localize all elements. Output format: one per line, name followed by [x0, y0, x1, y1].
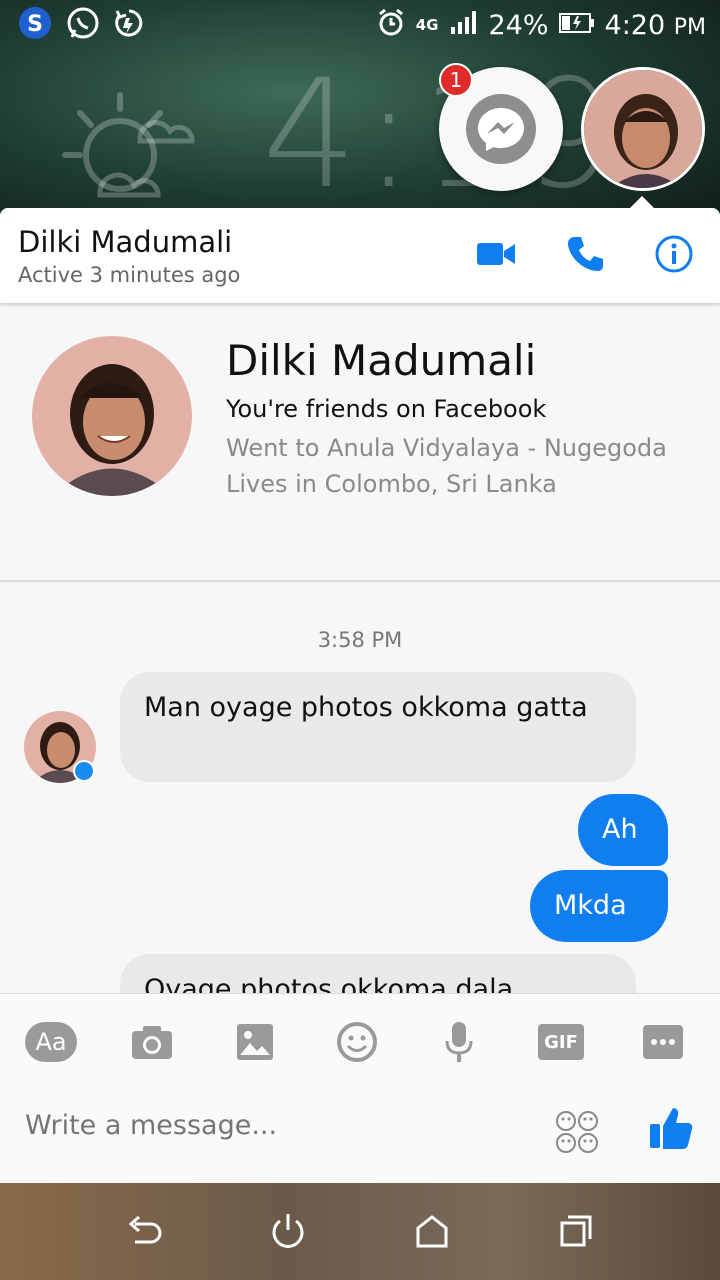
- more-icon[interactable]: [642, 1020, 684, 1064]
- video-call-icon[interactable]: [476, 240, 516, 272]
- messenger-icon: [466, 94, 536, 164]
- message-bubble-incoming[interactable]: Man oyage photos okkoma gatta: [120, 672, 636, 782]
- voice-call-icon[interactable]: [566, 235, 604, 277]
- message-bubble-outgoing[interactable]: Ah: [578, 794, 668, 866]
- contact-name[interactable]: Dilki Madumali: [18, 225, 240, 259]
- s-app-icon: S: [18, 6, 52, 44]
- text-mode-button[interactable]: Aa: [25, 1020, 77, 1064]
- profile-section: Dilki Madumali You're friends on Faceboo…: [0, 303, 720, 582]
- microphone-icon[interactable]: [444, 1020, 474, 1064]
- status-bar: S 4G 24% 4:20 PM: [0, 0, 720, 50]
- stickers-icon[interactable]: [555, 1110, 599, 1158]
- emoji-icon[interactable]: [336, 1020, 378, 1064]
- network-type: 4G: [415, 16, 439, 34]
- alarm-icon: [376, 7, 406, 44]
- gif-label: GIF: [538, 1024, 584, 1060]
- profile-name: Dilki Madumali: [226, 336, 537, 385]
- composer: Aa GIF: [0, 993, 720, 1184]
- message-input[interactable]: [25, 1110, 525, 1141]
- weather-icon: [60, 85, 210, 219]
- friends-status: You're friends on Facebook: [226, 395, 547, 423]
- unread-badge: 1: [439, 63, 473, 97]
- gif-button[interactable]: GIF: [538, 1020, 584, 1064]
- svg-text:S: S: [27, 12, 43, 37]
- gallery-icon[interactable]: [235, 1020, 275, 1064]
- composer-toolbar: Aa GIF: [0, 1020, 720, 1064]
- back-icon[interactable]: [124, 1211, 164, 1251]
- contact-chat-head[interactable]: [581, 67, 705, 191]
- profile-location: Lives in Colombo, Sri Lanka: [226, 470, 557, 498]
- battery-icon: [558, 10, 595, 41]
- info-icon[interactable]: [654, 234, 694, 278]
- text-mode-label: Aa: [25, 1022, 77, 1062]
- message-input-row: [25, 1108, 695, 1158]
- profile-avatar[interactable]: [32, 336, 192, 496]
- recent-apps-icon[interactable]: [556, 1211, 596, 1251]
- messenger-badge-icon: [73, 760, 95, 782]
- like-thumb-icon[interactable]: [649, 1104, 693, 1154]
- profile-education: Went to Anula Vidyalaya - Nugegoda: [226, 434, 667, 462]
- clock-time: 4:20 PM: [604, 9, 706, 41]
- chat-header: Dilki Madumali Active 3 minutes ago: [0, 208, 720, 303]
- home-icon[interactable]: [412, 1211, 452, 1251]
- active-status: Active 3 minutes ago: [18, 262, 241, 287]
- sync-icon: [114, 8, 144, 42]
- camera-icon[interactable]: [130, 1020, 174, 1064]
- message-timestamp: 3:58 PM: [317, 628, 403, 652]
- battery-percent: 24%: [488, 9, 549, 41]
- whatsapp-icon: [66, 6, 100, 44]
- message-bubble-outgoing[interactable]: Mkda: [530, 870, 668, 942]
- android-nav-bar: [0, 1183, 720, 1280]
- signal-icon: [449, 9, 479, 42]
- power-icon[interactable]: [268, 1211, 308, 1251]
